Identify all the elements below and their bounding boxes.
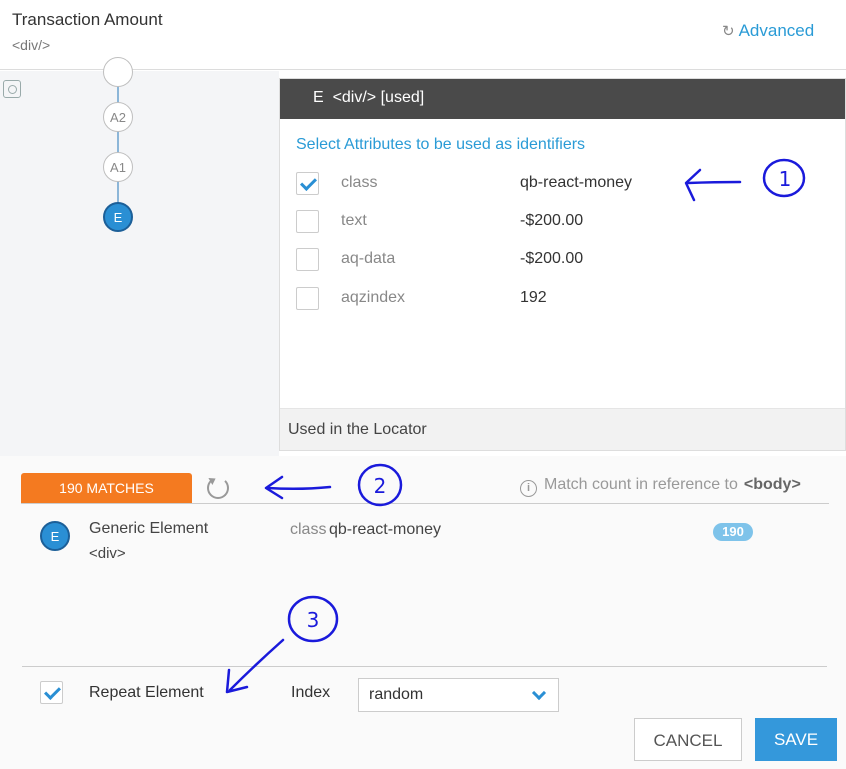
- attribute-value: -$200.00: [520, 250, 584, 267]
- matches-section: 190 MATCHES i Match count in reference t…: [0, 456, 846, 769]
- focus-target-icon[interactable]: [3, 80, 21, 98]
- footer-divider: [22, 666, 827, 667]
- dialog-subtitle: <div/>: [12, 37, 51, 53]
- attribute-row-class: class qb-react-money: [296, 172, 836, 196]
- chevron-down-icon: [531, 685, 547, 701]
- result-element-tag: <div>: [89, 545, 126, 562]
- attribute-checkbox-aqzindex[interactable]: [296, 287, 319, 310]
- attribute-name: aq-data: [341, 250, 396, 267]
- attribute-checkbox-aq-data[interactable]: [296, 248, 319, 271]
- panel-title: E <div/> [used]: [313, 89, 425, 106]
- attributes-heading: Select Attributes to be used as identifi…: [296, 136, 586, 153]
- attribute-value: qb-react-money: [520, 174, 633, 191]
- attributes-panel: E <div/> [used] Select Attributes to be …: [279, 78, 846, 451]
- match-reference-text: Match count in reference to: [544, 476, 738, 493]
- refresh-icon[interactable]: [207, 477, 229, 499]
- tree-node-a2[interactable]: A2: [103, 102, 133, 132]
- info-icon: i: [520, 480, 537, 497]
- cancel-button[interactable]: CANCEL: [634, 718, 742, 761]
- tree-node-a1[interactable]: A1: [103, 152, 133, 182]
- attribute-row-aqzindex: aqzindex 192: [296, 287, 836, 311]
- attribute-row-aq-data: aq-data -$200.00: [296, 248, 836, 272]
- attribute-name: text: [341, 212, 367, 229]
- result-element-name: Generic Element: [89, 520, 209, 537]
- index-select-value: random: [369, 686, 424, 703]
- attribute-value: 192: [520, 289, 547, 306]
- repeat-element-label: Repeat Element: [89, 684, 204, 701]
- advanced-label: Advanced: [738, 21, 815, 40]
- dialog-title: Transaction Amount: [12, 10, 163, 29]
- save-button[interactable]: SAVE: [755, 718, 837, 761]
- attribute-name: aqzindex: [341, 289, 406, 306]
- attribute-row-text: text -$200.00: [296, 210, 836, 234]
- attribute-checkbox-class[interactable]: [296, 172, 319, 195]
- match-reference: Match count in reference to <body>: [544, 476, 801, 494]
- attribute-checkbox-text[interactable]: [296, 210, 319, 233]
- tree-node-e-selected[interactable]: E: [103, 202, 133, 232]
- repeat-element-checkbox[interactable]: [40, 681, 63, 704]
- undo-arrow-icon: ↻: [722, 23, 735, 40]
- panel-header: E <div/> [used]: [280, 79, 845, 119]
- element-type-icon: E: [40, 521, 70, 551]
- advanced-link[interactable]: ↻ Advanced: [722, 21, 814, 41]
- index-select[interactable]: random: [358, 678, 559, 712]
- tab-divider: [21, 503, 829, 504]
- attribute-value: -$200.00: [520, 212, 584, 229]
- tree-connector: [117, 71, 119, 216]
- tree-node-partial[interactable]: [103, 57, 133, 87]
- matches-tab[interactable]: 190 MATCHES: [21, 473, 192, 503]
- attribute-name: class: [341, 174, 378, 191]
- element-tree: A2 A1 E: [0, 57, 279, 456]
- result-attribute-key: class: [290, 521, 327, 538]
- result-attribute-value: qb-react-money: [329, 521, 442, 538]
- used-in-locator-bar: Used in the Locator: [280, 408, 845, 450]
- index-label: Index: [291, 684, 331, 701]
- result-count-badge: 190: [713, 523, 753, 541]
- match-reference-tag[interactable]: <body>: [744, 476, 801, 493]
